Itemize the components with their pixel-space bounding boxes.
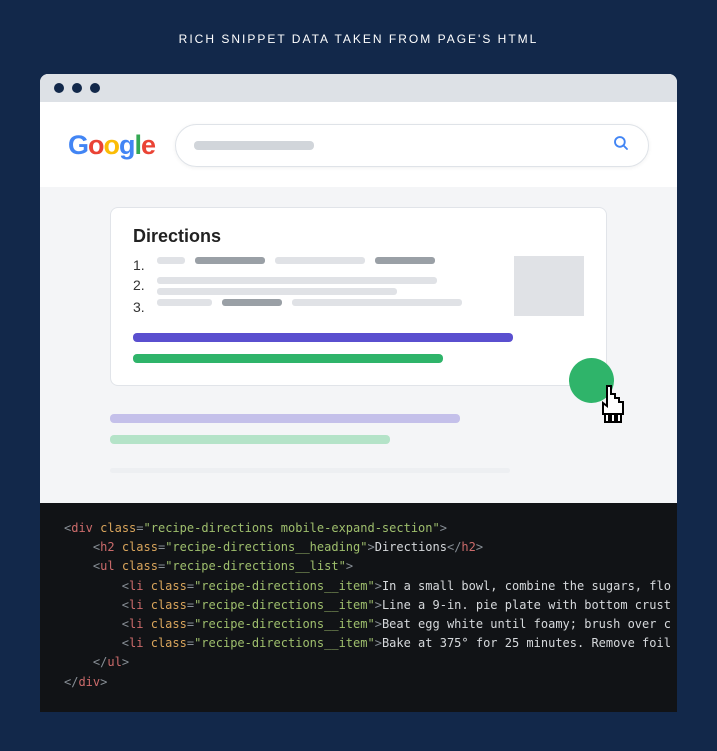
result-title-skeleton: [133, 333, 513, 342]
list-number: 2.: [133, 277, 151, 293]
list-number: 1.: [133, 257, 151, 273]
secondary-results: [110, 414, 607, 473]
result-url-skeleton: [133, 354, 443, 363]
traffic-light-zoom-icon: [90, 83, 100, 93]
rich-snippet-card: Directions 1. 2.: [110, 207, 607, 386]
list-number: 3.: [133, 299, 151, 315]
page-heading: RICH SNIPPET DATA TAKEN FROM PAGE'S HTML: [0, 0, 717, 74]
search-placeholder-skeleton: [194, 141, 314, 150]
traffic-light-close-icon: [54, 83, 64, 93]
snippet-title: Directions: [133, 226, 584, 247]
serp-body: Directions 1. 2.: [40, 187, 677, 503]
search-input[interactable]: [175, 124, 649, 167]
traffic-light-minimize-icon: [72, 83, 82, 93]
result-link-lines: [133, 333, 584, 363]
result-title-skeleton: [110, 414, 460, 423]
cursor-icon: [594, 384, 634, 435]
search-icon[interactable]: [612, 134, 630, 157]
window-titlebar: [40, 74, 677, 102]
code-panel: <div class="recipe-directions mobile-exp…: [40, 503, 677, 712]
result-desc-skeleton: [110, 468, 510, 473]
browser-header: Google: [40, 102, 677, 187]
result-url-skeleton: [110, 435, 390, 444]
google-logo: Google: [68, 130, 155, 161]
browser-window: Google Directions 1.: [40, 74, 677, 503]
snippet-thumbnail: [514, 256, 584, 316]
